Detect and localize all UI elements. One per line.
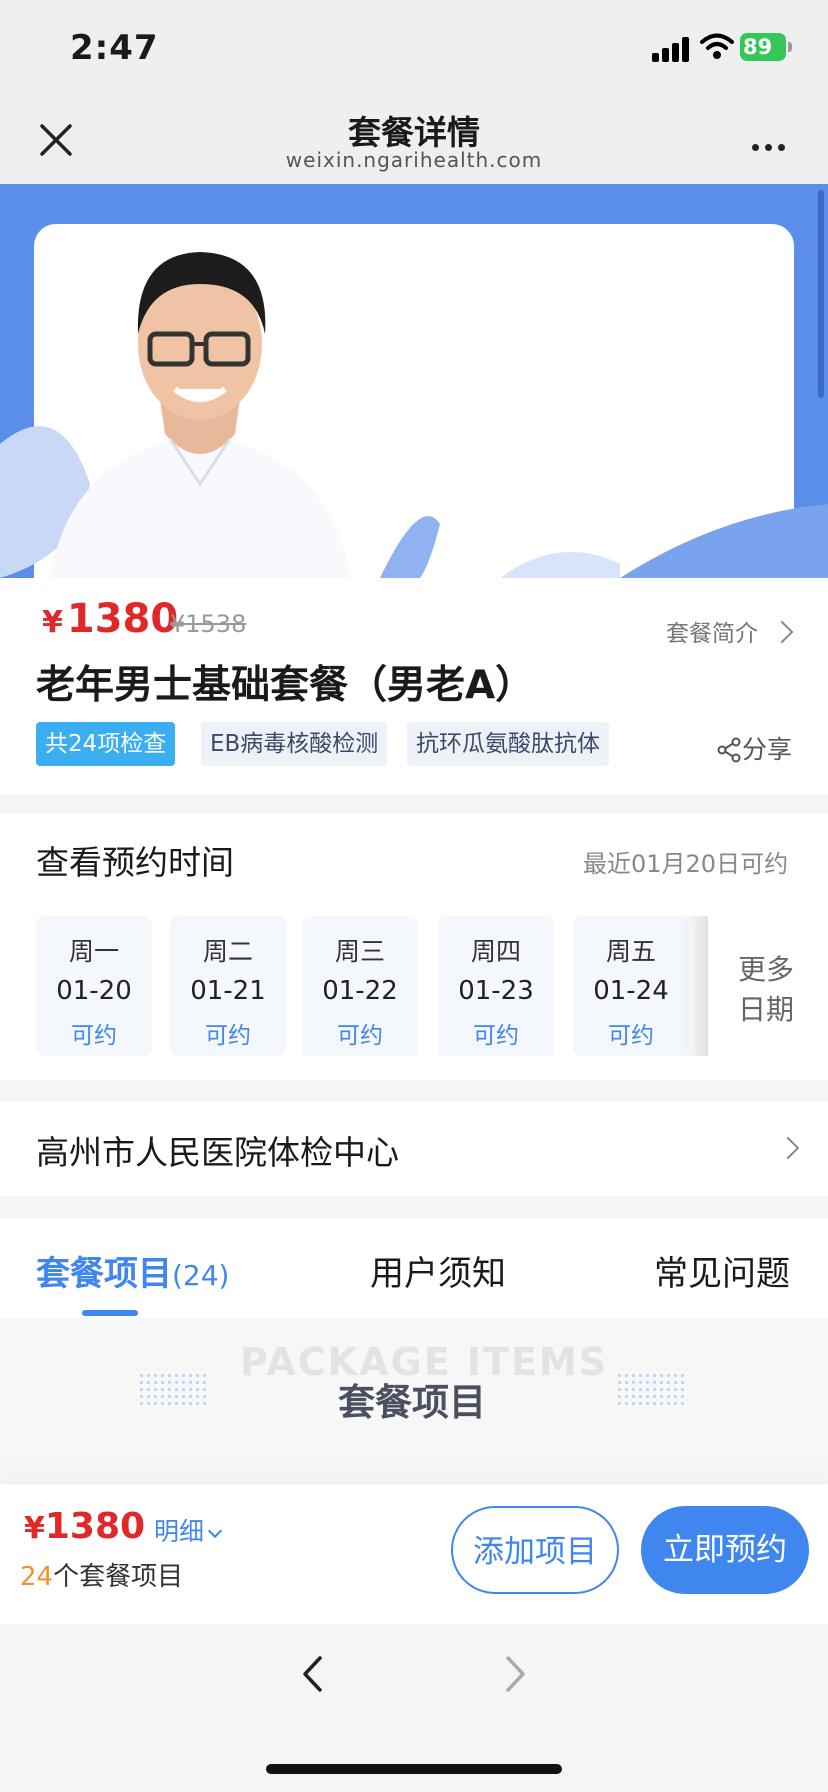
- page-url: weixin.ngarihealth.com: [285, 148, 543, 172]
- hero-banner: [0, 184, 828, 578]
- scrollbar[interactable]: [818, 190, 824, 398]
- tag-item: 抗环瓜氨酸肽抗体: [407, 722, 609, 766]
- total-price: ¥1380: [24, 1506, 146, 1547]
- hospital-name: 高州市人民医院体检中心: [36, 1133, 399, 1172]
- battery-tip: [788, 42, 792, 52]
- tag-item-count: 共24项检查: [36, 722, 176, 766]
- item-count: 24个套餐项目: [20, 1562, 184, 1592]
- original-price: ¥1538: [170, 610, 247, 638]
- more-icon[interactable]: [752, 136, 791, 155]
- home-indicator: [266, 1764, 562, 1774]
- tab-faq[interactable]: 常见问题: [654, 1246, 790, 1295]
- scroll-fade: [680, 916, 708, 1056]
- hero-illustration: [0, 252, 828, 578]
- back-arrow-icon[interactable]: [300, 1654, 324, 1694]
- date-option[interactable]: 周二 01-21 可约: [170, 916, 286, 1056]
- tab-user-notice[interactable]: 用户须知: [370, 1246, 506, 1295]
- share-button[interactable]: 分享: [716, 730, 792, 766]
- signal-icon: [652, 36, 692, 62]
- package-intro-link[interactable]: 套餐简介: [666, 614, 758, 648]
- date-option[interactable]: 周五 01-24 可约: [573, 916, 689, 1056]
- battery-icon: 89: [740, 33, 786, 61]
- banner-title: 套餐项目: [338, 1381, 486, 1424]
- page-title: 套餐详情: [348, 113, 480, 152]
- price-detail-toggle[interactable]: 明细: [154, 1512, 223, 1548]
- chevron-down-icon: [207, 1523, 223, 1539]
- add-items-button[interactable]: 添加项目: [451, 1506, 619, 1594]
- book-now-button[interactable]: 立即预约: [641, 1506, 809, 1594]
- more-dates-button[interactable]: 更多 日期: [724, 950, 808, 1030]
- date-option[interactable]: 周一 01-20 可约: [36, 916, 152, 1056]
- close-icon[interactable]: [36, 120, 76, 160]
- appointment-title: 查看预约时间: [36, 843, 234, 882]
- package-price: ¥1380: [42, 596, 179, 642]
- date-option[interactable]: 周四 01-23 可约: [438, 916, 554, 1056]
- decor-dots: [138, 1372, 210, 1406]
- tab-package-items[interactable]: 套餐项目(24): [36, 1246, 229, 1295]
- appointment-recent: 最近01月20日可约: [583, 850, 789, 878]
- wifi-icon: [700, 33, 734, 59]
- status-time: 2:47: [70, 28, 159, 68]
- tag-item: EB病毒核酸检测: [201, 722, 388, 766]
- forward-arrow-icon[interactable]: [504, 1654, 528, 1694]
- date-option[interactable]: 周三 01-22 可约: [302, 916, 418, 1056]
- package-name: 老年男士基础套餐（男老A）: [36, 663, 535, 708]
- tab-indicator: [82, 1310, 138, 1316]
- share-icon: [717, 737, 741, 763]
- decor-dots: [616, 1372, 688, 1406]
